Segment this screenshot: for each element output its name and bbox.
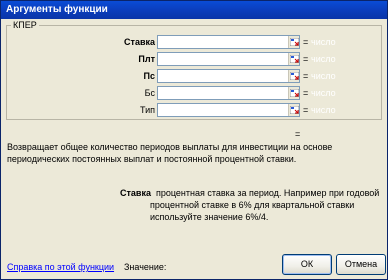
argument-equals: =	[303, 88, 309, 98]
argument-label: Бс	[144, 88, 155, 98]
argument-equals: =	[303, 37, 309, 47]
argument-label: Тип	[139, 105, 155, 115]
argument-description-text: процентная ставка за период. Например пр…	[150, 188, 380, 222]
argument-result: число	[311, 88, 336, 98]
rate-input[interactable]	[157, 35, 300, 49]
collapse-dialog-icon[interactable]	[288, 104, 299, 116]
ok-button[interactable]: ОК	[282, 254, 332, 275]
argument-equals: =	[303, 105, 309, 115]
pmt-input[interactable]	[157, 52, 300, 66]
window-title: Аргументы функции	[6, 4, 108, 15]
title-bar[interactable]: Аргументы функции	[1, 1, 387, 19]
fv-input[interactable]	[157, 86, 300, 100]
argument-label: Пс	[143, 71, 155, 81]
collapse-dialog-icon[interactable]	[288, 70, 299, 82]
pv-input[interactable]	[157, 69, 300, 83]
cancel-button[interactable]: Отмена	[336, 254, 386, 275]
argument-equals: =	[303, 71, 309, 81]
function-arguments-dialog: Аргументы функции КПЕР Ставка = число Пл…	[0, 0, 388, 280]
argument-row-pmt: Плт = число	[7, 52, 383, 66]
collapse-dialog-icon[interactable]	[288, 36, 299, 48]
collapse-dialog-icon[interactable]	[288, 53, 299, 65]
argument-result: число	[311, 54, 336, 64]
function-name: КПЕР	[11, 20, 39, 30]
argument-row-fv: Бс = число	[7, 86, 383, 100]
type-input[interactable]	[157, 103, 300, 117]
argument-description: Ставка процентная ставка за период. Напр…	[120, 187, 382, 223]
argument-label: Ставка	[124, 37, 155, 47]
argument-label: Плт	[138, 54, 155, 64]
argument-row-type: Тип = число	[7, 103, 383, 117]
function-result-equals: =	[295, 129, 301, 139]
argument-result: число	[311, 71, 336, 81]
function-description: Возвращает общее количество периодов вып…	[7, 142, 333, 164]
help-link[interactable]: Справка по этой функции	[7, 262, 114, 272]
argument-result: число	[311, 105, 336, 115]
argument-result: число	[311, 37, 336, 47]
collapse-dialog-icon[interactable]	[288, 87, 299, 99]
value-label: Значение:	[124, 262, 167, 272]
function-arguments-group: КПЕР Ставка = число Плт = число Пс = чис…	[6, 20, 383, 120]
argument-description-name: Ставка	[120, 188, 151, 198]
argument-equals: =	[303, 54, 309, 64]
argument-row-pv: Пс = число	[7, 69, 383, 83]
argument-row-rate: Ставка = число	[7, 35, 383, 49]
